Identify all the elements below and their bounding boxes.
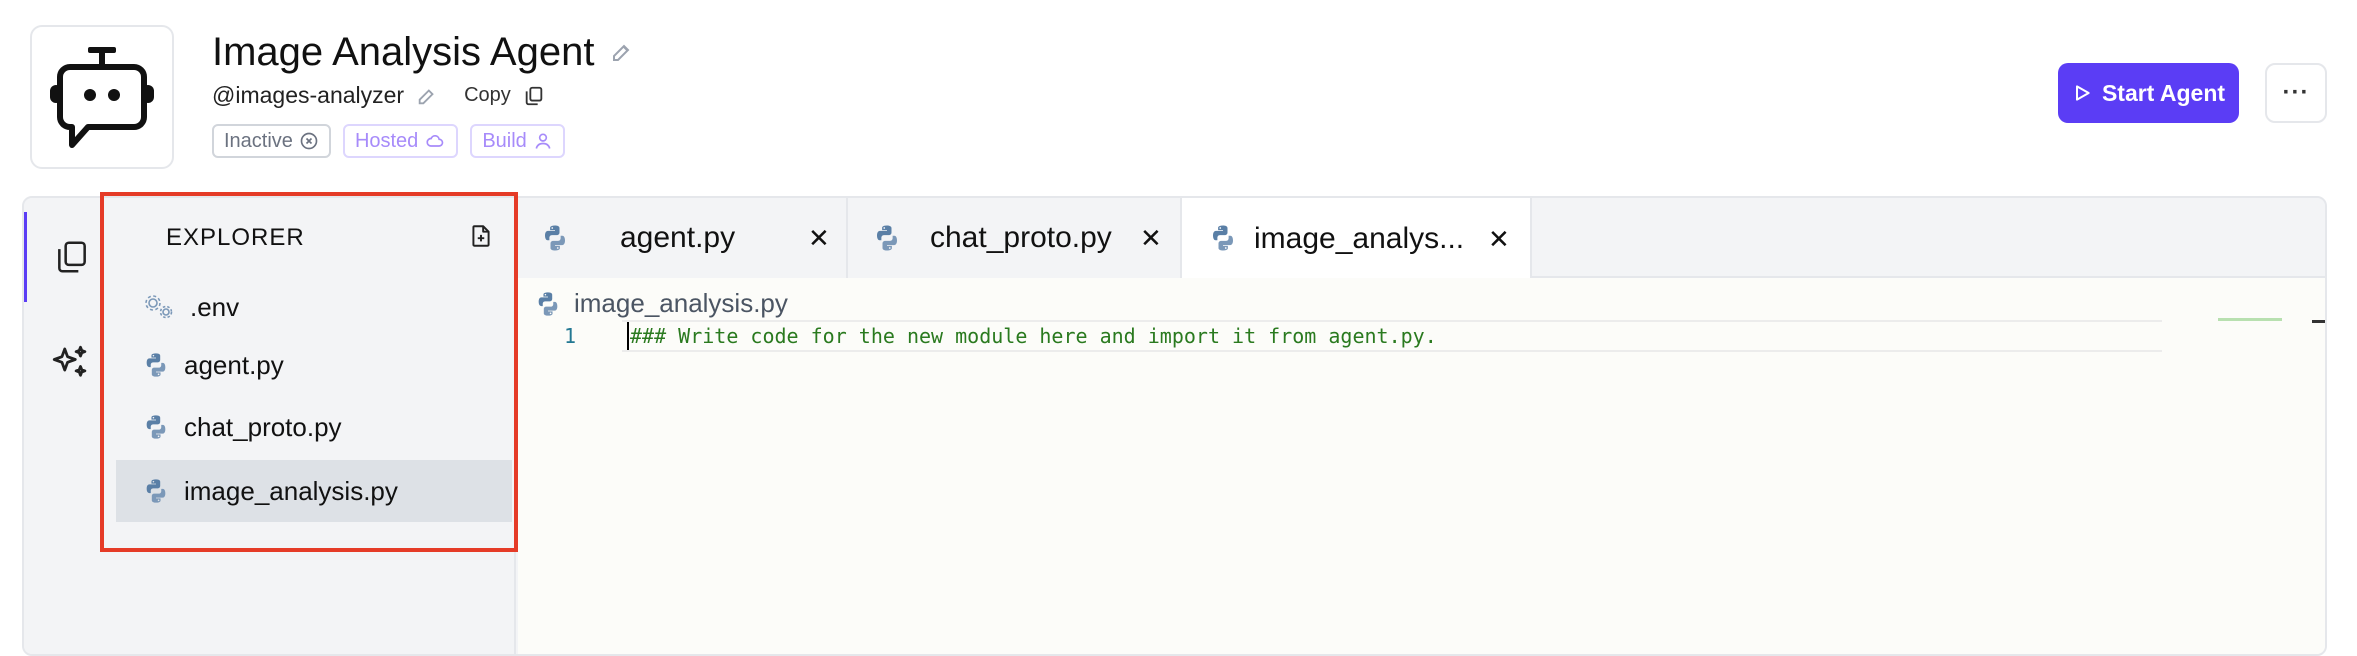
sparkles-icon <box>52 345 87 377</box>
cloud-icon <box>426 135 444 147</box>
file-label: agent.py <box>184 349 284 380</box>
code-workspace: EXPLORER .env agent.py chat_proto.py ima… <box>22 196 2327 656</box>
status-badge-inactive: Inactive <box>212 124 331 158</box>
editor-tabs: agent.py ✕ chat_proto.py ✕ image_analys.… <box>518 198 2325 280</box>
agent-handle: @images-analyzer <box>212 82 405 108</box>
minimap[interactable] <box>2218 318 2282 321</box>
status-badge-build: Build <box>470 124 565 158</box>
circle-x-icon <box>300 132 318 150</box>
code-editor[interactable]: image_analysis.py 1 ### Write code for t… <box>518 278 2325 654</box>
file-label: .env <box>190 291 240 322</box>
copy-button[interactable]: Copy <box>464 84 511 107</box>
python-icon <box>142 351 170 379</box>
tab-chat-proto[interactable]: chat_proto.py ✕ <box>848 198 1182 278</box>
copy-icon[interactable] <box>523 85 545 107</box>
files-icon <box>57 241 86 273</box>
text-cursor <box>627 322 629 350</box>
file-item-agent[interactable]: agent.py <box>102 334 494 396</box>
line-number: 1 <box>564 324 577 348</box>
new-file-button[interactable] <box>468 222 494 255</box>
status-badge-hosted: Hosted <box>342 124 459 158</box>
agent-avatar <box>30 25 174 169</box>
breadcrumb-filename: image_analysis.py <box>574 288 788 318</box>
python-icon <box>534 290 562 318</box>
scrollbar-indicator[interactable] <box>2312 320 2325 323</box>
user-icon <box>535 133 551 149</box>
start-agent-button[interactable]: Start Agent <box>2058 63 2239 123</box>
file-item-image-analysis[interactable]: image_analysis.py <box>116 460 512 522</box>
page-title: Image Analysis Agent <box>212 28 634 76</box>
python-icon <box>872 223 902 253</box>
file-item-env[interactable]: .env <box>102 276 494 338</box>
explorer-title: EXPLORER <box>166 224 305 251</box>
agent-title: Image Analysis Agent <box>212 30 595 74</box>
more-options-button[interactable]: ··· <box>2265 63 2327 123</box>
play-icon <box>2075 85 2090 101</box>
robot-icon <box>50 47 154 148</box>
close-icon[interactable]: ✕ <box>1488 224 1510 255</box>
edit-handle-icon[interactable] <box>416 85 438 107</box>
close-icon[interactable]: ✕ <box>808 223 830 254</box>
file-label: image_analysis.py <box>184 475 398 506</box>
status-badges: Inactive Hosted Build <box>212 124 565 158</box>
breadcrumb: image_analysis.py <box>534 288 788 319</box>
tab-label: image_analys... <box>1254 222 1465 255</box>
file-label: chat_proto.py <box>184 411 342 442</box>
python-icon <box>142 413 170 441</box>
file-plus-icon <box>472 225 490 247</box>
gears-icon <box>145 295 173 319</box>
tab-label: chat_proto.py <box>930 221 1112 254</box>
file-item-chat-proto[interactable]: chat_proto.py <box>102 396 494 458</box>
code-line[interactable]: ### Write code for the new module here a… <box>630 324 1437 348</box>
edit-title-icon[interactable] <box>610 40 634 64</box>
handle-row: @images-analyzer Copy <box>212 82 545 109</box>
more-icon: ··· <box>2282 79 2310 106</box>
python-icon <box>540 223 570 253</box>
python-icon <box>1208 223 1238 253</box>
tab-label: agent.py <box>620 221 736 254</box>
close-icon[interactable]: ✕ <box>1140 223 1162 254</box>
file-explorer: EXPLORER .env agent.py chat_proto.py ima… <box>116 198 516 654</box>
tab-image-analysis[interactable]: image_analys... ✕ <box>1182 198 1532 280</box>
python-icon <box>142 477 170 505</box>
tab-agent[interactable]: agent.py ✕ <box>518 198 848 278</box>
